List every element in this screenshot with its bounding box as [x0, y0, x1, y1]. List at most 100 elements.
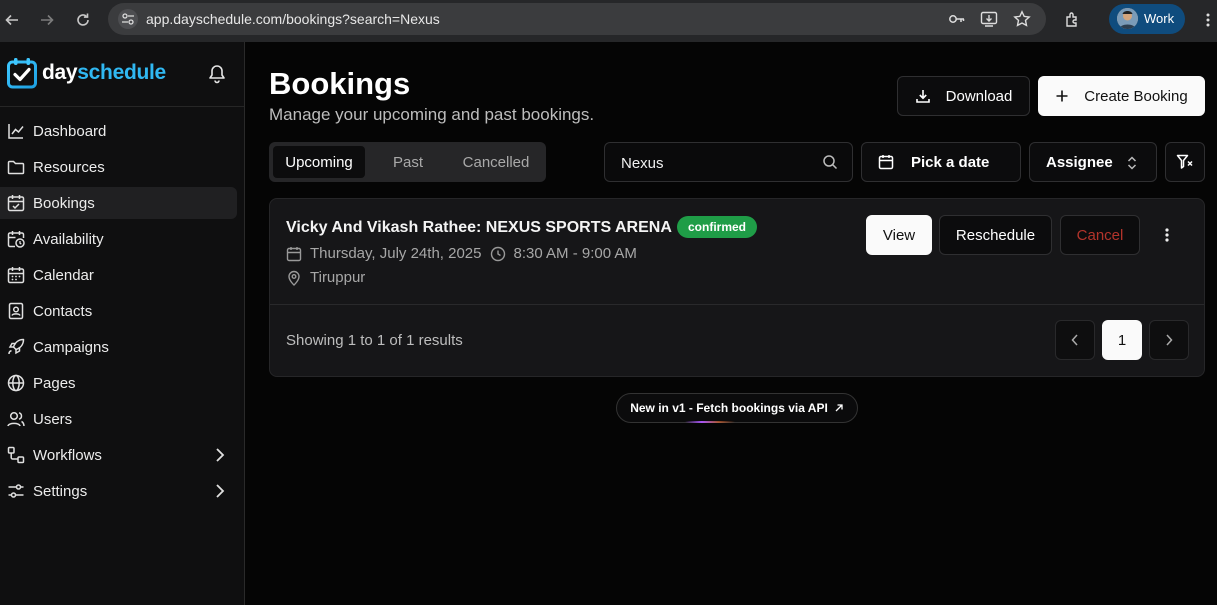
- site-settings-icon[interactable]: [118, 9, 138, 29]
- sidebar-item-label: Bookings: [33, 194, 95, 212]
- url-text[interactable]: app.dayschedule.com/bookings?search=Nexu…: [146, 11, 440, 27]
- browser-menu-icon[interactable]: [1196, 8, 1217, 32]
- announcement-pill[interactable]: New in v1 - Fetch bookings via API: [616, 393, 858, 423]
- tab-past[interactable]: Past: [365, 146, 451, 178]
- chevron-right-icon: [1165, 334, 1173, 346]
- globe-icon: [6, 373, 26, 393]
- prev-page-button[interactable]: [1055, 320, 1095, 360]
- workflow-icon: [6, 445, 26, 465]
- sidebar-item-users[interactable]: Users: [0, 403, 237, 435]
- sidebar-item-pages[interactable]: Pages: [0, 367, 237, 399]
- extensions-icon[interactable]: [1061, 8, 1085, 32]
- booking-list-card: Vicky And Vikash Rathee: NEXUS SPORTS AR…: [269, 198, 1205, 377]
- profile-chip[interactable]: Work: [1109, 4, 1185, 34]
- calendar-icon: [6, 265, 26, 285]
- sidebar: dayschedule Dashboard Resources Bookings…: [0, 42, 245, 605]
- more-options-icon[interactable]: [1152, 225, 1182, 245]
- reschedule-button[interactable]: Reschedule: [939, 215, 1052, 255]
- sidebar-item-label: Workflows: [33, 446, 102, 464]
- sidebar-item-bookings[interactable]: Bookings: [0, 187, 237, 219]
- chevrons-up-down-icon: [1126, 155, 1138, 171]
- sidebar-item-label: Users: [33, 410, 73, 428]
- calendar-icon: [286, 246, 302, 262]
- contact-card-icon: [6, 301, 26, 321]
- main-content: Bookings Manage your upcoming and past b…: [245, 42, 1217, 605]
- calendar-clock-icon: [6, 229, 26, 249]
- dayschedule-logo[interactable]: dayschedule: [7, 57, 166, 89]
- chevron-right-icon: [215, 447, 225, 463]
- sidebar-item-resources[interactable]: Resources: [0, 151, 237, 183]
- map-pin-icon: [286, 270, 302, 286]
- sidebar-item-label: Contacts: [33, 302, 93, 320]
- date-picker-button[interactable]: Pick a date: [861, 142, 1021, 182]
- folder-icon: [6, 157, 26, 177]
- avatar: [1117, 8, 1138, 29]
- clock-icon: [490, 246, 506, 262]
- bookmark-star-icon[interactable]: [1013, 10, 1031, 28]
- tab-cancelled[interactable]: Cancelled: [451, 146, 541, 178]
- booking-title[interactable]: Vicky And Vikash Rathee: NEXUS SPORTS AR…: [286, 219, 672, 237]
- clear-filter-button[interactable]: [1165, 142, 1205, 182]
- notifications-bell-icon[interactable]: [208, 64, 226, 84]
- sidebar-item-label: Pages: [33, 374, 76, 392]
- sidebar-item-label: Resources: [33, 158, 105, 176]
- booking-location: Tiruppur: [286, 269, 365, 286]
- plus-icon: [1055, 89, 1069, 103]
- arrow-up-right-icon: [834, 403, 844, 413]
- sliders-icon: [6, 481, 26, 501]
- sidebar-item-label: Settings: [33, 482, 88, 500]
- sidebar-item-campaigns[interactable]: Campaigns: [0, 331, 237, 363]
- tab-upcoming[interactable]: Upcoming: [273, 146, 365, 178]
- sidebar-item-calendar[interactable]: Calendar: [0, 259, 237, 291]
- search-value[interactable]: Nexus: [621, 155, 664, 172]
- back-icon[interactable]: [0, 8, 24, 32]
- sidebar-item-dashboard[interactable]: Dashboard: [0, 115, 237, 147]
- calendar-logo-icon: [7, 58, 37, 89]
- download-button[interactable]: Download: [897, 76, 1030, 116]
- reload-icon[interactable]: [71, 8, 95, 32]
- sidebar-item-settings[interactable]: Settings: [0, 475, 237, 507]
- assignee-select[interactable]: Assignee: [1029, 142, 1157, 182]
- sidebar-divider: [0, 106, 244, 107]
- results-summary: Showing 1 to 1 of 1 results: [286, 332, 463, 349]
- search-input[interactable]: Nexus: [604, 142, 853, 182]
- booking-row[interactable]: Vicky And Vikash Rathee: NEXUS SPORTS AR…: [270, 199, 1204, 304]
- cancel-button[interactable]: Cancel: [1060, 215, 1140, 255]
- forward-icon[interactable]: [35, 8, 59, 32]
- sidebar-item-availability[interactable]: Availability: [0, 223, 237, 255]
- page-button-current[interactable]: 1: [1102, 320, 1142, 360]
- booking-tabs: Upcoming Past Cancelled: [269, 142, 546, 182]
- card-divider: [270, 304, 1204, 305]
- announcement-glow: [685, 421, 735, 423]
- address-bar[interactable]: app.dayschedule.com/bookings?search=Nexu…: [108, 3, 1046, 35]
- filter-clear-icon: [1176, 153, 1194, 171]
- users-icon: [6, 409, 26, 429]
- install-app-icon[interactable]: [980, 10, 998, 28]
- brand-name: dayschedule: [42, 61, 166, 84]
- sidebar-nav: Dashboard Resources Bookings Availabilit…: [0, 115, 245, 511]
- chevron-right-icon: [215, 483, 225, 499]
- booking-time: 8:30 AM - 9:00 AM: [513, 245, 637, 262]
- booking-date: Thursday, July 24th, 2025: [310, 245, 482, 262]
- sidebar-item-label: Campaigns: [33, 338, 109, 356]
- download-label: Download: [945, 87, 1013, 105]
- download-icon: [915, 88, 931, 104]
- sidebar-item-workflows[interactable]: Workflows: [0, 439, 237, 471]
- calendar-icon: [878, 154, 894, 170]
- status-badge: confirmed: [677, 216, 758, 238]
- browser-toolbar: app.dayschedule.com/bookings?search=Nexu…: [0, 0, 1217, 42]
- next-page-button[interactable]: [1149, 320, 1189, 360]
- booking-datetime: Thursday, July 24th, 2025 8:30 AM - 9:00…: [286, 245, 637, 262]
- password-key-icon[interactable]: [948, 10, 966, 28]
- assignee-label: Assignee: [1046, 153, 1113, 171]
- search-icon[interactable]: [822, 154, 838, 170]
- chevron-left-icon: [1071, 334, 1079, 346]
- sidebar-item-label: Calendar: [33, 266, 94, 284]
- calendar-check-icon: [6, 193, 26, 213]
- sidebar-item-contacts[interactable]: Contacts: [0, 295, 237, 327]
- sidebar-item-label: Dashboard: [33, 122, 107, 140]
- create-booking-label: Create Booking: [1084, 87, 1188, 105]
- view-button[interactable]: View: [866, 215, 932, 255]
- chart-line-icon: [6, 121, 26, 141]
- create-booking-button[interactable]: Create Booking: [1038, 76, 1205, 116]
